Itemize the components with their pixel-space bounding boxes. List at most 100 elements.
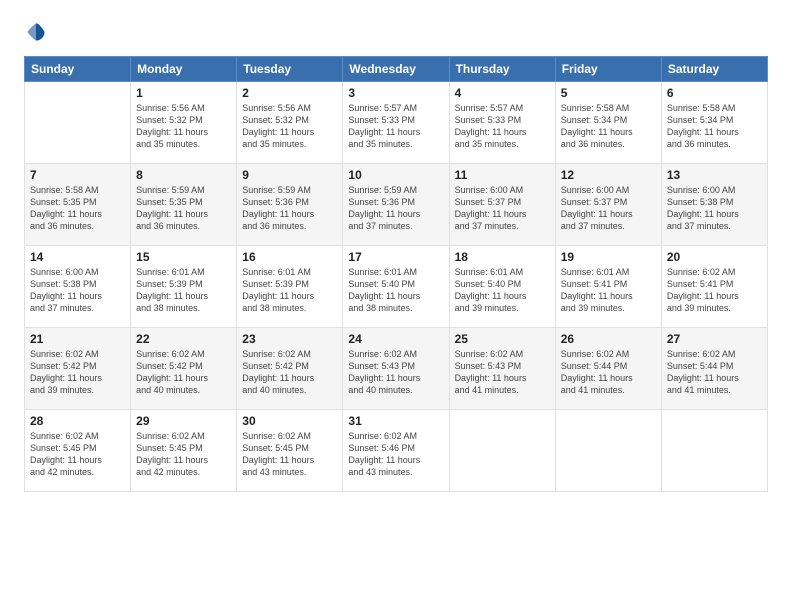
logo-icon (24, 20, 48, 44)
calendar-cell: 3 Sunrise: 5:57 AM Sunset: 5:33 PM Daylig… (343, 82, 449, 164)
day-info: Sunrise: 6:02 AM Sunset: 5:45 PM Dayligh… (30, 430, 125, 479)
day-number: 9 (242, 168, 337, 182)
calendar-cell: 28 Sunrise: 6:02 AM Sunset: 5:45 PM Dayli… (25, 410, 131, 492)
day-number: 4 (455, 86, 550, 100)
day-number: 15 (136, 250, 231, 264)
calendar-cell: 12 Sunrise: 6:00 AM Sunset: 5:37 PM Dayli… (555, 164, 661, 246)
calendar-cell: 13Sunrise: 6:00 AM Sunset: 5:38 PM Dayli… (661, 164, 767, 246)
day-info: Sunrise: 5:58 AM Sunset: 5:35 PM Dayligh… (30, 184, 125, 233)
day-info: Sunrise: 6:00 AM Sunset: 5:37 PM Dayligh… (455, 184, 550, 233)
weekday-header: Monday (131, 57, 237, 82)
day-number: 21 (30, 332, 125, 346)
day-number: 23 (242, 332, 337, 346)
calendar-cell: 4 Sunrise: 5:57 AM Sunset: 5:33 PM Daylig… (449, 82, 555, 164)
day-info: Sunrise: 6:02 AM Sunset: 5:45 PM Dayligh… (242, 430, 337, 479)
day-number: 25 (455, 332, 550, 346)
calendar-table: SundayMondayTuesdayWednesdayThursdayFrid… (24, 56, 768, 492)
calendar-cell: 16 Sunrise: 6:01 AM Sunset: 5:39 PM Dayli… (237, 246, 343, 328)
day-number: 26 (561, 332, 656, 346)
calendar-cell: 2 Sunrise: 5:56 AM Sunset: 5:32 PM Daylig… (237, 82, 343, 164)
day-number: 7 (30, 168, 125, 182)
day-number: 14 (30, 250, 125, 264)
calendar-cell: 5 Sunrise: 5:58 AM Sunset: 5:34 PM Daylig… (555, 82, 661, 164)
day-number: 28 (30, 414, 125, 428)
day-info: Sunrise: 6:00 AM Sunset: 5:37 PM Dayligh… (561, 184, 656, 233)
day-number: 2 (242, 86, 337, 100)
calendar-cell: 1 Sunrise: 5:56 AM Sunset: 5:32 PM Daylig… (131, 82, 237, 164)
calendar-week-row: 14 Sunrise: 6:00 AM Sunset: 5:38 PM Dayli… (25, 246, 768, 328)
day-number: 17 (348, 250, 443, 264)
day-info: Sunrise: 5:59 AM Sunset: 5:36 PM Dayligh… (242, 184, 337, 233)
calendar-cell: 26 Sunrise: 6:02 AM Sunset: 5:44 PM Dayli… (555, 328, 661, 410)
day-info: Sunrise: 6:01 AM Sunset: 5:39 PM Dayligh… (242, 266, 337, 315)
weekday-header: Saturday (661, 57, 767, 82)
calendar-cell (449, 410, 555, 492)
day-number: 18 (455, 250, 550, 264)
day-info: Sunrise: 6:01 AM Sunset: 5:41 PM Dayligh… (561, 266, 656, 315)
day-info: Sunrise: 6:02 AM Sunset: 5:44 PM Dayligh… (667, 348, 762, 397)
day-number: 20 (667, 250, 762, 264)
day-info: Sunrise: 6:02 AM Sunset: 5:44 PM Dayligh… (561, 348, 656, 397)
day-info: Sunrise: 5:58 AM Sunset: 5:34 PM Dayligh… (667, 102, 762, 151)
calendar-cell: 30Sunrise: 6:02 AM Sunset: 5:45 PM Dayli… (237, 410, 343, 492)
day-info: Sunrise: 5:56 AM Sunset: 5:32 PM Dayligh… (242, 102, 337, 151)
weekday-header: Wednesday (343, 57, 449, 82)
calendar-cell (25, 82, 131, 164)
calendar-cell: 8 Sunrise: 5:59 AM Sunset: 5:35 PM Daylig… (131, 164, 237, 246)
calendar-week-row: 1 Sunrise: 5:56 AM Sunset: 5:32 PM Daylig… (25, 82, 768, 164)
day-info: Sunrise: 5:56 AM Sunset: 5:32 PM Dayligh… (136, 102, 231, 151)
day-info: Sunrise: 6:02 AM Sunset: 5:45 PM Dayligh… (136, 430, 231, 479)
day-number: 16 (242, 250, 337, 264)
day-info: Sunrise: 6:02 AM Sunset: 5:42 PM Dayligh… (242, 348, 337, 397)
calendar-header-row: SundayMondayTuesdayWednesdayThursdayFrid… (25, 57, 768, 82)
day-info: Sunrise: 6:02 AM Sunset: 5:42 PM Dayligh… (136, 348, 231, 397)
day-info: Sunrise: 6:02 AM Sunset: 5:42 PM Dayligh… (30, 348, 125, 397)
day-info: Sunrise: 6:02 AM Sunset: 5:43 PM Dayligh… (455, 348, 550, 397)
calendar-cell: 25 Sunrise: 6:02 AM Sunset: 5:43 PM Dayli… (449, 328, 555, 410)
weekday-header: Tuesday (237, 57, 343, 82)
day-info: Sunrise: 6:02 AM Sunset: 5:43 PM Dayligh… (348, 348, 443, 397)
day-number: 19 (561, 250, 656, 264)
day-number: 3 (348, 86, 443, 100)
day-number: 31 (348, 414, 443, 428)
day-number: 5 (561, 86, 656, 100)
day-info: Sunrise: 6:00 AM Sunset: 5:38 PM Dayligh… (30, 266, 125, 315)
calendar-page: SundayMondayTuesdayWednesdayThursdayFrid… (0, 0, 792, 612)
day-number: 22 (136, 332, 231, 346)
weekday-header: Sunday (25, 57, 131, 82)
day-info: Sunrise: 5:59 AM Sunset: 5:35 PM Dayligh… (136, 184, 231, 233)
calendar-cell: 10 Sunrise: 5:59 AM Sunset: 5:36 PM Dayli… (343, 164, 449, 246)
calendar-cell: 18 Sunrise: 6:01 AM Sunset: 5:40 PM Dayli… (449, 246, 555, 328)
calendar-cell: 15Sunrise: 6:01 AM Sunset: 5:39 PM Dayli… (131, 246, 237, 328)
day-number: 11 (455, 168, 550, 182)
day-info: Sunrise: 6:01 AM Sunset: 5:40 PM Dayligh… (455, 266, 550, 315)
day-info: Sunrise: 5:57 AM Sunset: 5:33 PM Dayligh… (348, 102, 443, 151)
page-header (24, 20, 768, 44)
weekday-header: Thursday (449, 57, 555, 82)
calendar-cell: 20Sunrise: 6:02 AM Sunset: 5:41 PM Dayli… (661, 246, 767, 328)
calendar-cell: 7 Sunrise: 5:58 AM Sunset: 5:35 PM Daylig… (25, 164, 131, 246)
weekday-header: Friday (555, 57, 661, 82)
day-number: 1 (136, 86, 231, 100)
day-number: 10 (348, 168, 443, 182)
day-number: 27 (667, 332, 762, 346)
day-info: Sunrise: 6:02 AM Sunset: 5:46 PM Dayligh… (348, 430, 443, 479)
day-number: 8 (136, 168, 231, 182)
day-number: 29 (136, 414, 231, 428)
calendar-cell: 22 Sunrise: 6:02 AM Sunset: 5:42 PM Dayli… (131, 328, 237, 410)
day-number: 12 (561, 168, 656, 182)
calendar-cell: 21 Sunrise: 6:02 AM Sunset: 5:42 PM Dayli… (25, 328, 131, 410)
day-number: 24 (348, 332, 443, 346)
calendar-cell: 6Sunrise: 5:58 AM Sunset: 5:34 PM Daylig… (661, 82, 767, 164)
calendar-cell: 14 Sunrise: 6:00 AM Sunset: 5:38 PM Dayli… (25, 246, 131, 328)
day-info: Sunrise: 5:57 AM Sunset: 5:33 PM Dayligh… (455, 102, 550, 151)
calendar-cell (555, 410, 661, 492)
calendar-week-row: 21 Sunrise: 6:02 AM Sunset: 5:42 PM Dayli… (25, 328, 768, 410)
calendar-cell: 24 Sunrise: 6:02 AM Sunset: 5:43 PM Dayli… (343, 328, 449, 410)
day-info: Sunrise: 5:59 AM Sunset: 5:36 PM Dayligh… (348, 184, 443, 233)
day-info: Sunrise: 6:01 AM Sunset: 5:40 PM Dayligh… (348, 266, 443, 315)
day-info: Sunrise: 5:58 AM Sunset: 5:34 PM Dayligh… (561, 102, 656, 151)
day-info: Sunrise: 6:00 AM Sunset: 5:38 PM Dayligh… (667, 184, 762, 233)
calendar-cell (661, 410, 767, 492)
logo (24, 20, 52, 44)
